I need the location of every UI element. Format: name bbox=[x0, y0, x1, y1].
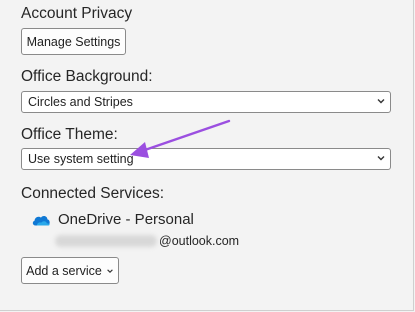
email-domain: @outlook.com bbox=[159, 234, 240, 248]
chevron-down-icon bbox=[107, 268, 113, 273]
office-background-select[interactable]: Circles and Stripes bbox=[21, 91, 391, 113]
add-service-button[interactable]: Add a service bbox=[21, 257, 119, 284]
account-privacy-title: Account Privacy bbox=[21, 5, 133, 22]
connected-services-title: Connected Services: bbox=[21, 185, 165, 202]
chevron-down-icon bbox=[377, 99, 385, 104]
office-background-title: Office Background: bbox=[21, 68, 153, 85]
manage-settings-button[interactable]: Manage Settings bbox=[21, 28, 126, 55]
office-background-value: Circles and Stripes bbox=[28, 95, 133, 109]
annotation-arrow-icon bbox=[130, 119, 231, 158]
redacted-email-user bbox=[55, 235, 157, 247]
onedrive-cloud-icon bbox=[32, 216, 50, 226]
service-name: OneDrive - Personal bbox=[58, 211, 194, 228]
options-panel: Account Privacy Manage Settings Office B… bbox=[0, 0, 414, 311]
office-theme-value: Use system setting bbox=[28, 152, 134, 166]
add-service-label: Add a service bbox=[26, 263, 102, 278]
office-theme-title: Office Theme: bbox=[21, 126, 118, 143]
chevron-down-icon bbox=[377, 156, 385, 161]
